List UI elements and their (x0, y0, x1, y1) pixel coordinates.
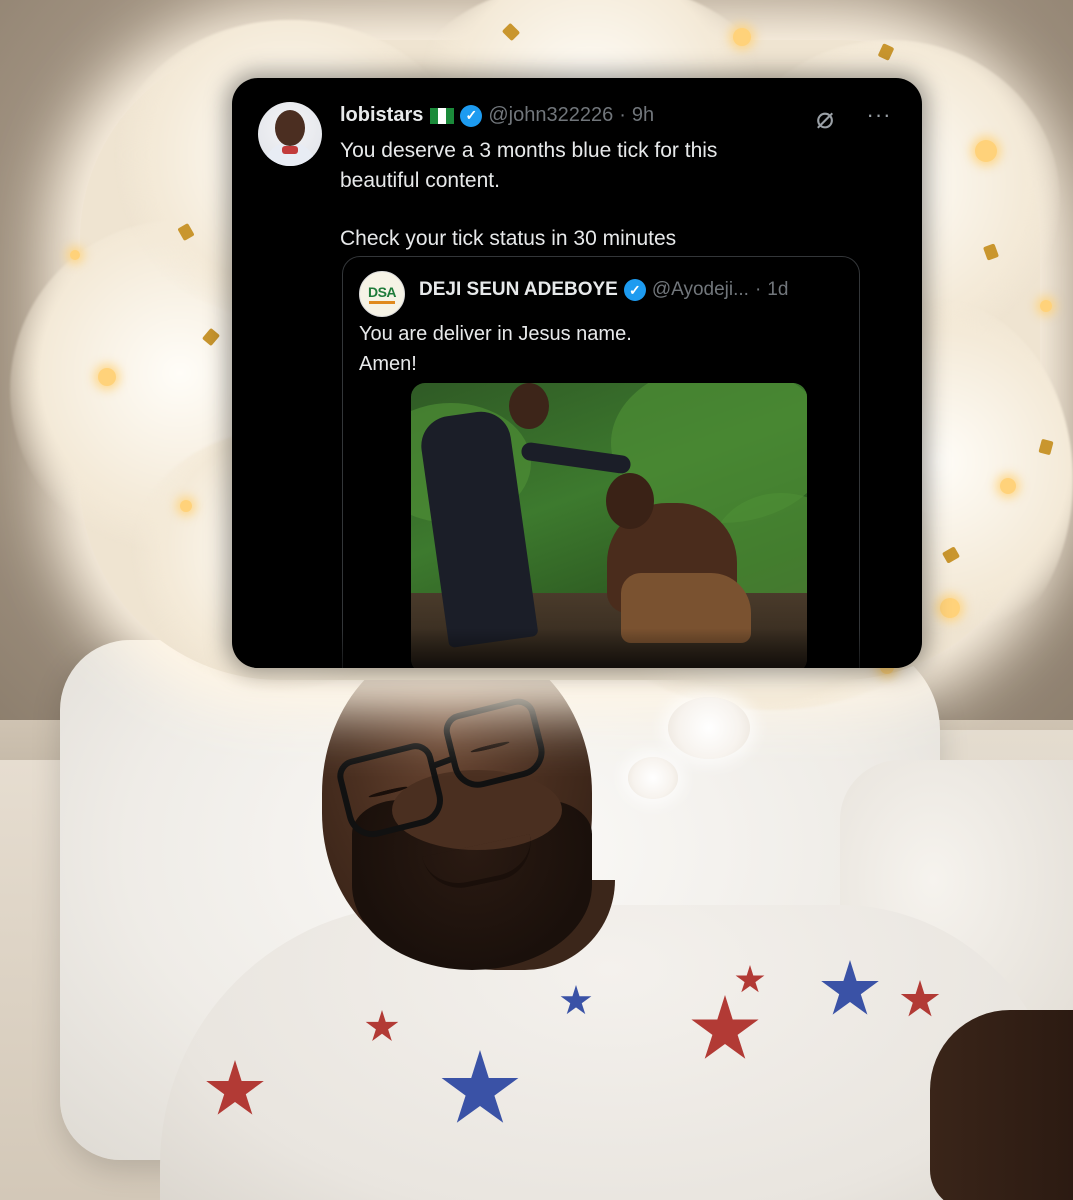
sparkle (70, 250, 80, 260)
tweet-header: lobistars ✓ @john322226 · 9h (340, 104, 654, 127)
tweet-text-line: You deserve a 3 months blue tick for thi… (340, 139, 718, 162)
quoted-avatar-logo: DSA (367, 284, 397, 300)
author-display-name[interactable]: lobistars (340, 104, 423, 127)
author-handle[interactable]: @john322226 (488, 104, 613, 127)
more-icon[interactable]: ··· (862, 100, 896, 134)
separator-dot: · (619, 104, 626, 126)
tweet-timestamp[interactable]: 9h (632, 104, 654, 127)
tshirt (160, 905, 1060, 1200)
quoted-text-line: You are deliver in Jesus name. (359, 323, 632, 345)
author-avatar[interactable] (258, 102, 322, 166)
thought-puff-small (628, 757, 678, 799)
quoted-text-line: Amen! (359, 353, 417, 375)
arm (930, 1010, 1073, 1200)
quoted-author-avatar[interactable]: DSA (359, 271, 405, 317)
sparkle (180, 500, 192, 512)
verified-badge-icon[interactable]: ✓ (460, 104, 483, 127)
quoted-author-handle[interactable]: @Ayodeji... (652, 279, 749, 301)
tweet-card[interactable]: lobistars ✓ @john322226 · 9h ⌀ ··· You d… (232, 78, 922, 668)
sparkle (733, 28, 751, 46)
sparkle (1000, 478, 1016, 494)
photo-scene: lobistars ✓ @john322226 · 9h ⌀ ··· You d… (0, 0, 1073, 1200)
grok-icon[interactable]: ⌀ (808, 102, 842, 136)
quoted-tweet-body: You are deliver in Jesus name. Amen! (359, 319, 632, 379)
sparkle (975, 140, 997, 162)
sparkle (1040, 300, 1052, 312)
separator-dot: · (754, 279, 762, 300)
quoted-author-display-name[interactable]: DEJI SEUN ADEBOYE (419, 279, 618, 301)
sparkle (98, 368, 116, 386)
sparkle (940, 598, 960, 618)
nigeria-flag-icon (430, 107, 455, 124)
quoted-tweet-image[interactable] (411, 383, 807, 668)
tweet-text-line: beautiful content. (340, 169, 500, 192)
verified-badge-icon[interactable]: ✓ (623, 279, 646, 301)
tweet-text-line: Check your tick status in 30 minutes (340, 227, 677, 250)
quoted-tweet-header: DEJI SEUN ADEBOYE ✓ @Ayodeji... · 1d (419, 279, 788, 301)
tweet-body: You deserve a 3 months blue tick for thi… (340, 136, 860, 254)
quoted-tweet-timestamp[interactable]: 1d (767, 279, 788, 301)
thought-puff-large (668, 697, 750, 759)
quoted-tweet[interactable]: DSA DEJI SEUN ADEBOYE ✓ @Ayodeji... · 1d… (342, 256, 860, 668)
